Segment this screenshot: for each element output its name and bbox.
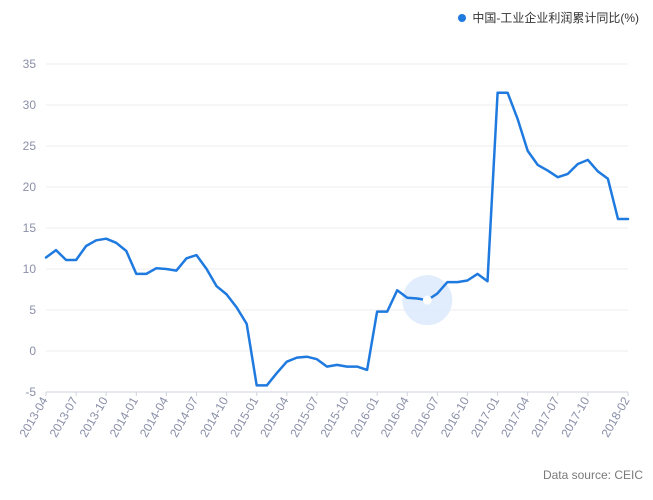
y-tick-label: 0: [29, 344, 36, 358]
grid-lines: [46, 63, 628, 393]
series-layer: [44, 91, 630, 387]
chart-container: 中国-工业企业利润累计同比(%) -5 0 5 10 15 20 25 30 35 2013-0…: [0, 0, 653, 495]
y-tick-label: 10: [23, 262, 37, 276]
y-tick-label: 25: [23, 139, 37, 153]
line-chart: -5 0 5 10 15 20 25 30 35 2013-042013-072013-1020…: [16, 57, 633, 440]
y-tick-label: -5: [25, 385, 36, 399]
series-line: [44, 91, 630, 387]
x-axis: 2013-042013-072013-102014-012014-042014-…: [16, 391, 633, 440]
y-tick-label: 15: [23, 221, 37, 235]
legend-label: 中国-工业企业利润累计同比(%): [472, 11, 639, 25]
y-tick-label: 20: [23, 180, 37, 194]
legend[interactable]: 中国-工业企业利润累计同比(%): [458, 9, 639, 26]
y-tick-label: 35: [23, 57, 37, 71]
data-source-note: Data source: CEIC: [542, 468, 643, 482]
highlight-point: [422, 295, 432, 305]
legend-marker: [458, 13, 467, 22]
x-tick-label: 2018-02: [598, 394, 632, 439]
y-axis: -5 0 5 10 15 20 25 30 35: [23, 57, 37, 399]
y-tick-label: 30: [23, 98, 37, 112]
y-tick-label: 5: [29, 303, 36, 317]
x-tick-label: 2017-10: [558, 394, 592, 439]
